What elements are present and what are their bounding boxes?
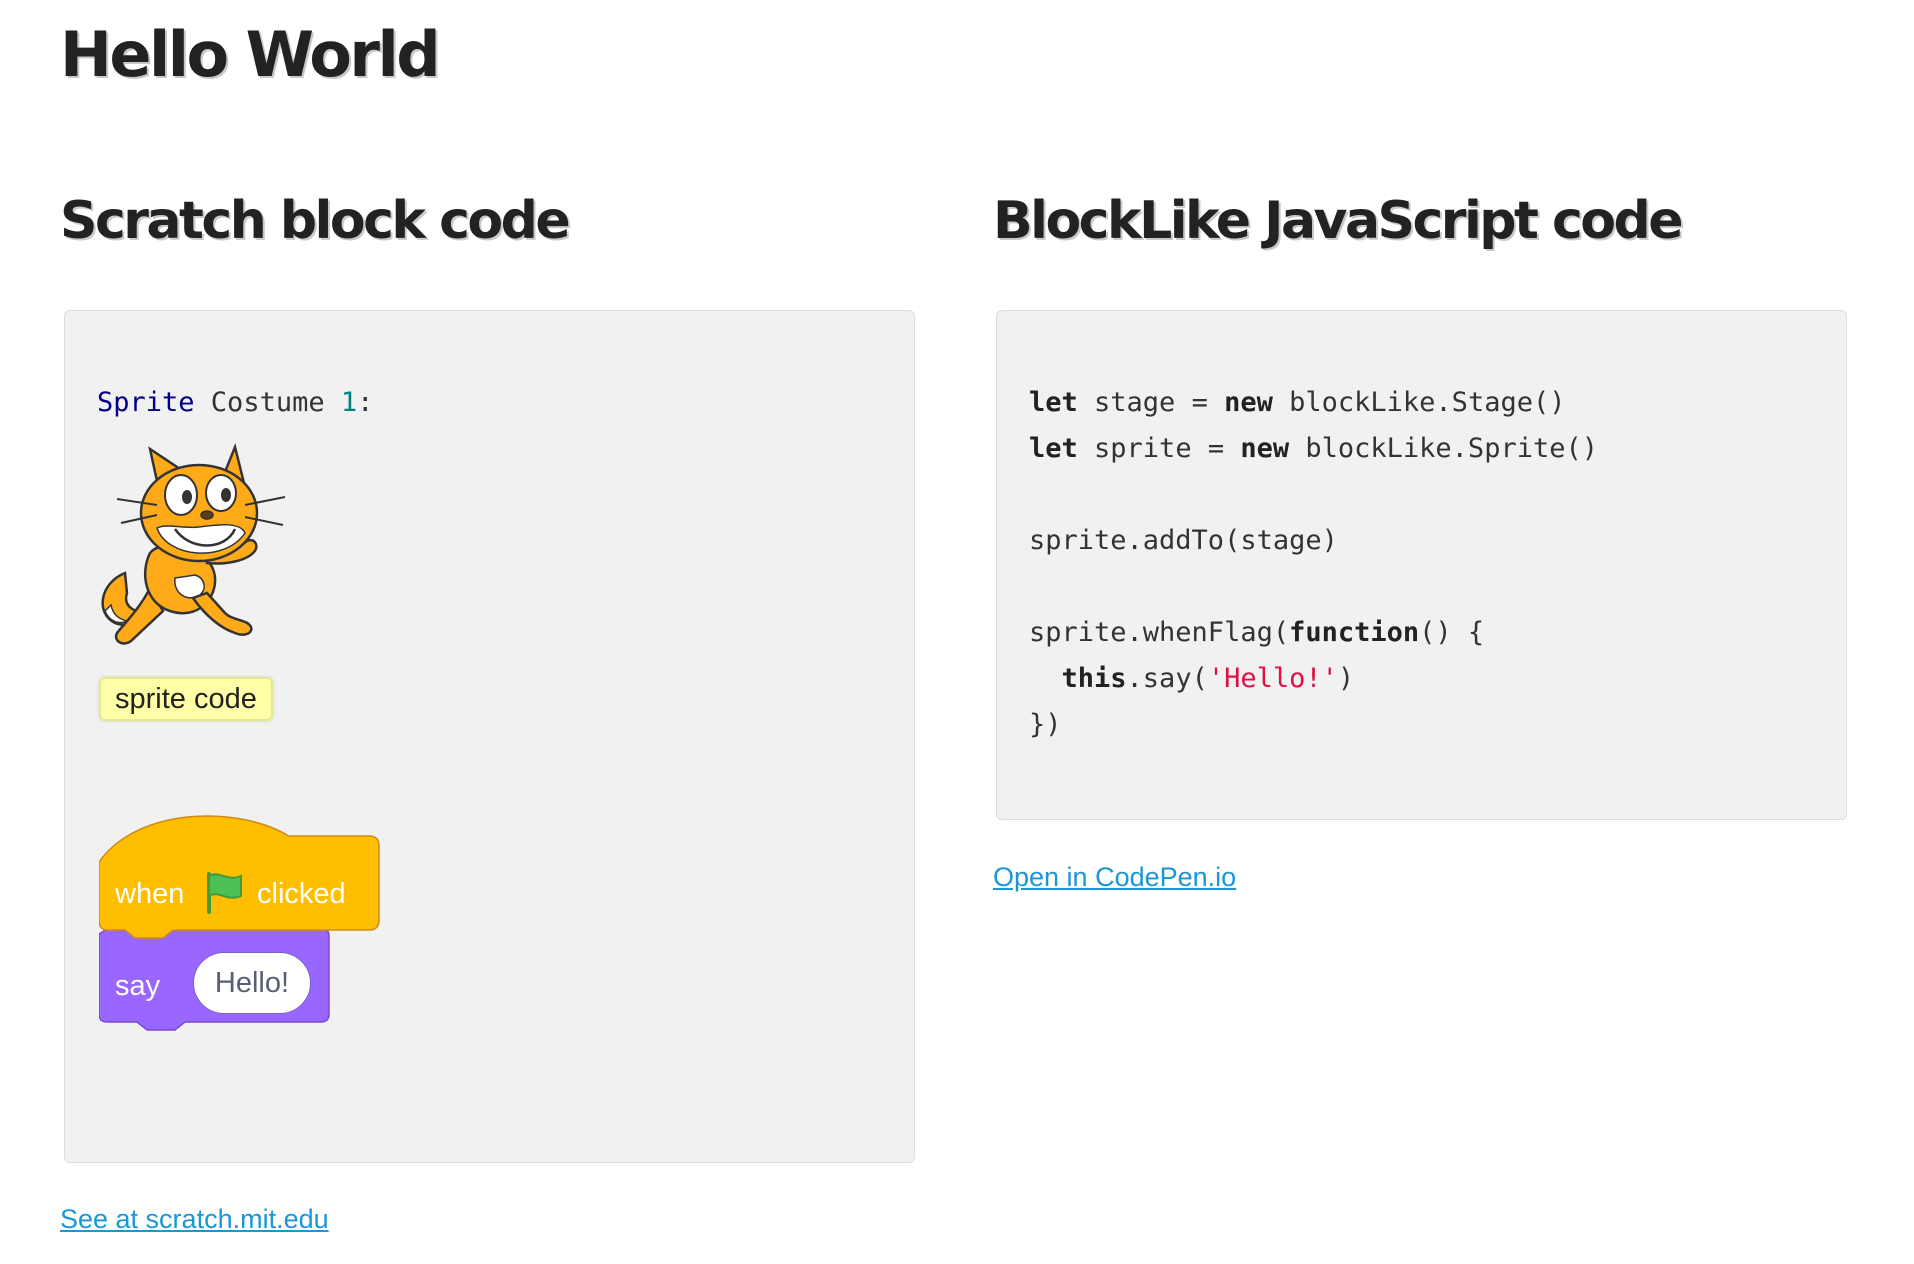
scratch-code-panel: Sprite Costume 1: sprite code when click… [64, 310, 915, 1163]
code-text: () { [1419, 617, 1485, 648]
code-keyword: function [1289, 617, 1420, 648]
code-line-4: sprite.whenFlag(function() { [1029, 610, 1598, 656]
costume-line: Sprite Costume 1: [97, 380, 373, 426]
blocklike-section-heading: BlockLike JavaScript code [993, 191, 1684, 251]
code-block: let stage = new blockLike.Stage() let spr… [1029, 380, 1598, 748]
code-text: .say( [1126, 663, 1208, 694]
code-line-6: }) [1029, 702, 1598, 748]
sprite-code-badge: sprite code [99, 677, 273, 721]
code-text: blockLike.Stage() [1272, 387, 1566, 418]
costume-suffix: : [357, 387, 374, 418]
say-block-label: say [115, 970, 161, 1002]
code-line-2: let sprite = new blockLike.Sprite() [1029, 426, 1598, 472]
scratch-cat-icon [101, 442, 286, 645]
code-text: ) [1337, 663, 1355, 694]
green-flag-icon [207, 872, 242, 914]
scratch-block-stack: when clicked say Hello! [99, 806, 399, 1056]
see-at-scratch-link[interactable]: See at scratch.mit.edu [60, 1204, 329, 1235]
code-line-1: let stage = new blockLike.Stage() [1029, 380, 1598, 426]
code-line-5: this.say('Hello!') [1029, 656, 1598, 702]
open-in-codepen-link[interactable]: Open in CodePen.io [993, 862, 1236, 893]
code-text: sprite = [1077, 433, 1241, 464]
say-block-value-input: Hello! [193, 952, 311, 1014]
code-text: sprite.whenFlag( [1029, 617, 1290, 648]
code-keyword: let [1029, 433, 1078, 464]
scratch-blocks-shape [99, 815, 380, 1031]
hat-block-clicked-label: clicked [257, 878, 346, 910]
code-text: }) [1029, 709, 1062, 740]
code-keyword: new [1240, 433, 1290, 464]
code-keyword: this [1061, 663, 1127, 694]
blocklike-code-panel: let stage = new blockLike.Stage() let spr… [996, 310, 1847, 820]
code-text: blockLike.Sprite() [1289, 433, 1598, 464]
code-line-3: sprite.addTo(stage) [1029, 518, 1598, 564]
costume-number: 1 [340, 387, 358, 418]
costume-label: Costume [194, 387, 341, 418]
code-keyword: new [1224, 387, 1273, 418]
code-text: stage = [1077, 387, 1225, 418]
code-string: 'Hello!' [1207, 663, 1338, 694]
sprite-keyword: Sprite [97, 387, 195, 418]
page-title: Hello World [60, 18, 441, 91]
code-text: sprite.addTo(stage) [1029, 525, 1338, 556]
hat-block-when-label: when [115, 878, 185, 910]
scratch-section-heading: Scratch block code [60, 191, 571, 251]
code-keyword: let [1029, 387, 1078, 418]
